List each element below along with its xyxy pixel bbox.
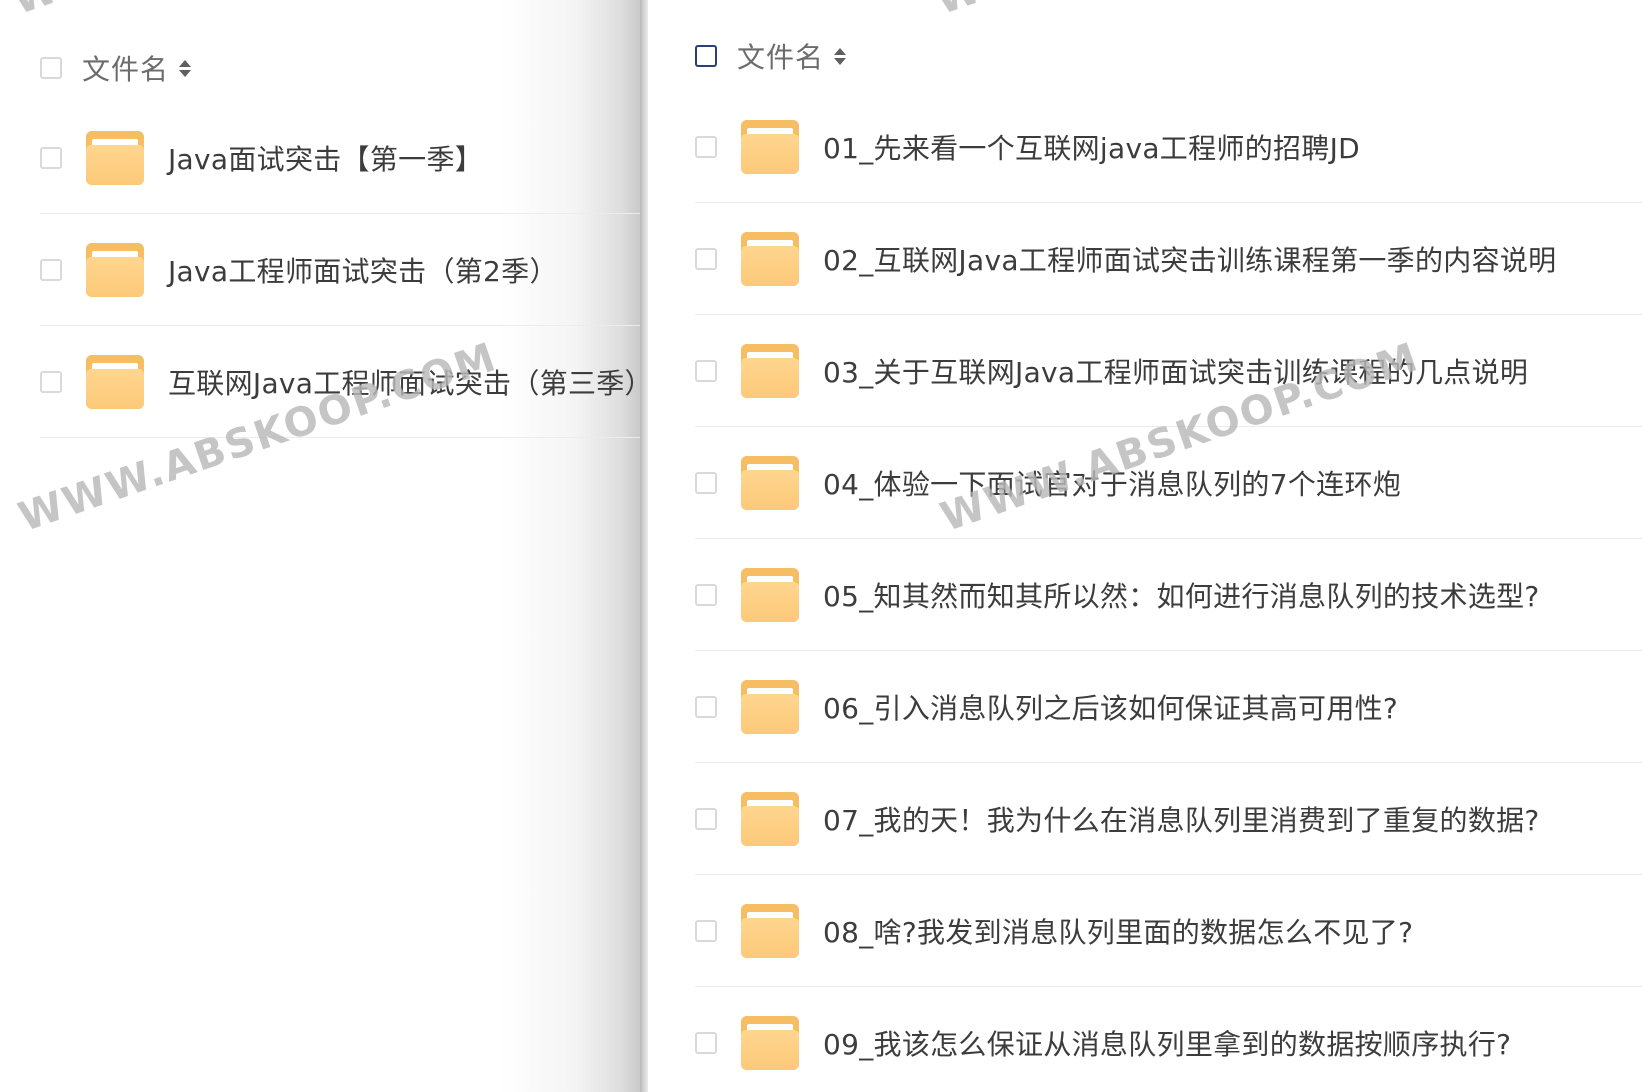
filename-column-header[interactable]: 文件名 xyxy=(82,48,169,88)
list-item[interactable]: 05_知其然而知其所以然：如何进行消息队列的技术选型? xyxy=(648,539,1642,651)
row-checkbox[interactable] xyxy=(40,371,62,393)
sort-icon[interactable] xyxy=(179,59,192,77)
folder-name[interactable]: 08_啥?我发到消息队列里面的数据怎么不见了? xyxy=(823,911,1413,951)
folder-name[interactable]: 02_互联网Java工程师面试突击训练课程第一季的内容说明 xyxy=(823,239,1556,279)
folder-icon xyxy=(741,904,799,958)
row-checkbox[interactable] xyxy=(695,808,717,830)
folder-name[interactable]: 01_先来看一个互联网java工程师的招聘JD xyxy=(823,127,1360,167)
folder-icon xyxy=(741,1016,799,1070)
list-item[interactable]: 01_先来看一个互联网java工程师的招聘JD xyxy=(648,91,1642,203)
file-list-header: 文件名 xyxy=(40,46,192,90)
file-list-screenshot: 文件名 Java面试突击【第一季】 Java工程师面试突击（第2季） 互联网Ja… xyxy=(0,0,1642,1092)
folder-name[interactable]: 05_知其然而知其所以然：如何进行消息队列的技术选型? xyxy=(823,575,1540,615)
list-item[interactable]: 03_关于互联网Java工程师面试突击训练课程的几点说明 xyxy=(648,315,1642,427)
folder-icon xyxy=(741,680,799,734)
folder-icon xyxy=(741,568,799,622)
list-item[interactable]: 09_我该怎么保证从消息队列里拿到的数据按顺序执行? xyxy=(648,987,1642,1092)
row-checkbox[interactable] xyxy=(695,584,717,606)
folder-name[interactable]: Java面试突击【第一季】 xyxy=(168,138,483,178)
row-checkbox[interactable] xyxy=(695,1032,717,1054)
folder-icon xyxy=(741,456,799,510)
row-checkbox[interactable] xyxy=(695,248,717,270)
row-checkbox[interactable] xyxy=(695,920,717,942)
right-file-panel: 文件名 01_先来看一个互联网java工程师的招聘JD 02_互联网Java工程… xyxy=(648,0,1642,1092)
filename-column-header[interactable]: 文件名 xyxy=(737,36,824,76)
list-item[interactable]: Java工程师面试突击（第2季） xyxy=(0,214,640,326)
file-list: Java面试突击【第一季】 Java工程师面试突击（第2季） 互联网Java工程… xyxy=(0,102,640,438)
folder-name[interactable]: Java工程师面试突击（第2季） xyxy=(168,250,558,290)
sort-icon[interactable] xyxy=(834,47,847,65)
select-all-checkbox[interactable] xyxy=(695,45,717,67)
folder-icon xyxy=(741,232,799,286)
folder-icon xyxy=(741,792,799,846)
folder-icon xyxy=(86,131,144,185)
row-checkbox[interactable] xyxy=(695,360,717,382)
folder-name[interactable]: 09_我该怎么保证从消息队列里拿到的数据按顺序执行? xyxy=(823,1023,1511,1063)
row-checkbox[interactable] xyxy=(695,136,717,158)
list-item[interactable]: 02_互联网Java工程师面试突击训练课程第一季的内容说明 xyxy=(648,203,1642,315)
folder-name[interactable]: 04_体验一下面试官对于消息队列的7个连环炮 xyxy=(823,463,1401,503)
row-checkbox[interactable] xyxy=(40,147,62,169)
folder-name[interactable]: 07_我的天！我为什么在消息队列里消费到了重复的数据? xyxy=(823,799,1540,839)
row-checkbox[interactable] xyxy=(40,259,62,281)
row-checkbox[interactable] xyxy=(695,472,717,494)
row-checkbox[interactable] xyxy=(695,696,717,718)
list-item[interactable]: 08_啥?我发到消息队列里面的数据怎么不见了? xyxy=(648,875,1642,987)
folder-icon xyxy=(86,243,144,297)
folder-icon xyxy=(741,344,799,398)
panel-divider xyxy=(640,0,648,1092)
folder-name[interactable]: 互联网Java工程师面试突击（第三季） xyxy=(168,362,640,402)
list-item[interactable]: Java面试突击【第一季】 xyxy=(0,102,640,214)
folder-icon xyxy=(741,120,799,174)
list-item[interactable]: 互联网Java工程师面试突击（第三季） xyxy=(0,326,640,438)
file-list: 01_先来看一个互联网java工程师的招聘JD 02_互联网Java工程师面试突… xyxy=(648,91,1642,1092)
left-file-panel: 文件名 Java面试突击【第一季】 Java工程师面试突击（第2季） 互联网Ja… xyxy=(0,0,640,1092)
folder-name[interactable]: 06_引入消息队列之后该如何保证其高可用性? xyxy=(823,687,1398,727)
list-item[interactable]: 07_我的天！我为什么在消息队列里消费到了重复的数据? xyxy=(648,763,1642,875)
select-all-checkbox[interactable] xyxy=(40,57,62,79)
file-list-header: 文件名 xyxy=(695,34,847,78)
list-item[interactable]: 06_引入消息队列之后该如何保证其高可用性? xyxy=(648,651,1642,763)
list-item[interactable]: 04_体验一下面试官对于消息队列的7个连环炮 xyxy=(648,427,1642,539)
folder-name[interactable]: 03_关于互联网Java工程师面试突击训练课程的几点说明 xyxy=(823,351,1528,391)
folder-icon xyxy=(86,355,144,409)
